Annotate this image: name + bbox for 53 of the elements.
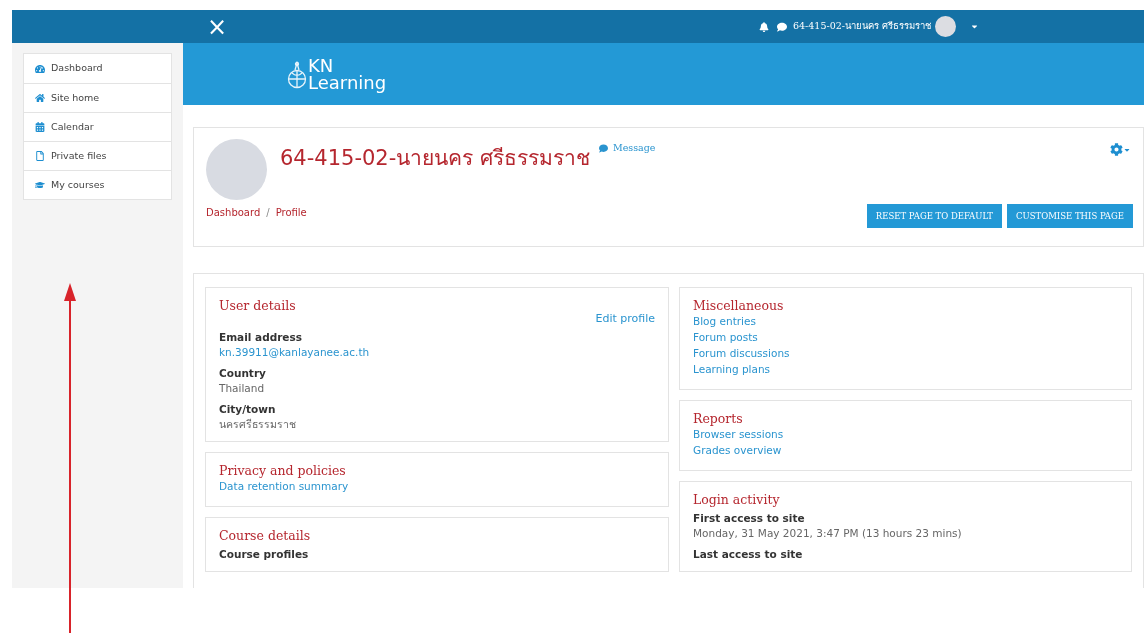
calendar-icon (35, 122, 45, 132)
logo-text: Learning (308, 74, 387, 92)
block-link[interactable]: Learning plans (693, 362, 771, 377)
avatar-placeholder[interactable] (935, 16, 956, 37)
page-button[interactable]: RESET PAGE TO DEFAULT (866, 204, 1003, 228)
block-link[interactable]: Forum discussions (693, 346, 790, 361)
field-value: Thailand (219, 381, 266, 396)
logo-text: KN (308, 56, 334, 74)
edit-profile-link[interactable]: Edit profile (595, 311, 655, 326)
nav-item[interactable]: My courses (24, 170, 171, 199)
profile-name: 64-415-02-นายนคร ศรีธรรมราช (280, 145, 590, 172)
block-title: Course details (219, 528, 311, 543)
field-label: City/town (219, 402, 277, 417)
nav-item[interactable]: Calendar (24, 112, 171, 141)
breadcrumb-link[interactable]: Profile (275, 205, 307, 220)
block-link[interactable]: Grades overview (693, 443, 782, 458)
breadcrumb-separator: / (266, 206, 270, 220)
nav-item[interactable]: Dashboard (24, 54, 171, 83)
nav-item[interactable]: Private files (24, 141, 171, 170)
file-icon (35, 151, 45, 161)
field-label: Email address (219, 330, 303, 345)
block-link[interactable]: Data retention summary (219, 479, 349, 494)
home-icon (35, 93, 45, 103)
field-label: Last access to site (693, 547, 804, 562)
notification-bell-icon[interactable] (759, 21, 770, 32)
block-title: Privacy and policies (219, 463, 346, 478)
block-link[interactable]: Browser sessions (693, 427, 784, 442)
block-title: Miscellaneous (693, 298, 784, 313)
block-link[interactable]: Blog entries (693, 314, 756, 329)
close-button[interactable]: × (207, 14, 228, 39)
settings-menu-button[interactable] (1110, 143, 1131, 156)
field-value: นครศรีธรรมราช (219, 417, 297, 432)
caret-icon[interactable] (970, 22, 979, 31)
breadcrumb-link[interactable]: Dashboard (206, 205, 261, 220)
user-name[interactable]: 64-415-02-นายนคร ศรีธรรมราช (793, 19, 931, 34)
speech-bubble-icon (598, 143, 608, 153)
block-title: User details (219, 298, 296, 313)
graduation-cap-icon (35, 180, 45, 190)
page-button[interactable]: CUSTOMISE THIS PAGE (1007, 204, 1133, 228)
message-icon[interactable] (777, 21, 788, 32)
field-label: Course profiles (219, 547, 310, 562)
settings-icon (1110, 143, 1123, 156)
field-label: Country (219, 366, 267, 381)
nav-item[interactable]: Site home (24, 83, 171, 112)
gauge-icon (35, 63, 45, 74)
field-link[interactable]: kn.39911@kanlayanee.ac.th (219, 345, 655, 360)
block-title: Reports (693, 411, 743, 426)
field-value: Monday, 31 May 2021, 3:47 PM (13 hours 23 mins) (693, 526, 963, 541)
globe-figure-icon (287, 61, 307, 89)
block-link[interactable]: Forum posts (693, 330, 758, 345)
block-title: Login activity (693, 492, 780, 507)
message-link[interactable]: Message (598, 141, 656, 156)
field-label: First access to site (693, 511, 806, 526)
